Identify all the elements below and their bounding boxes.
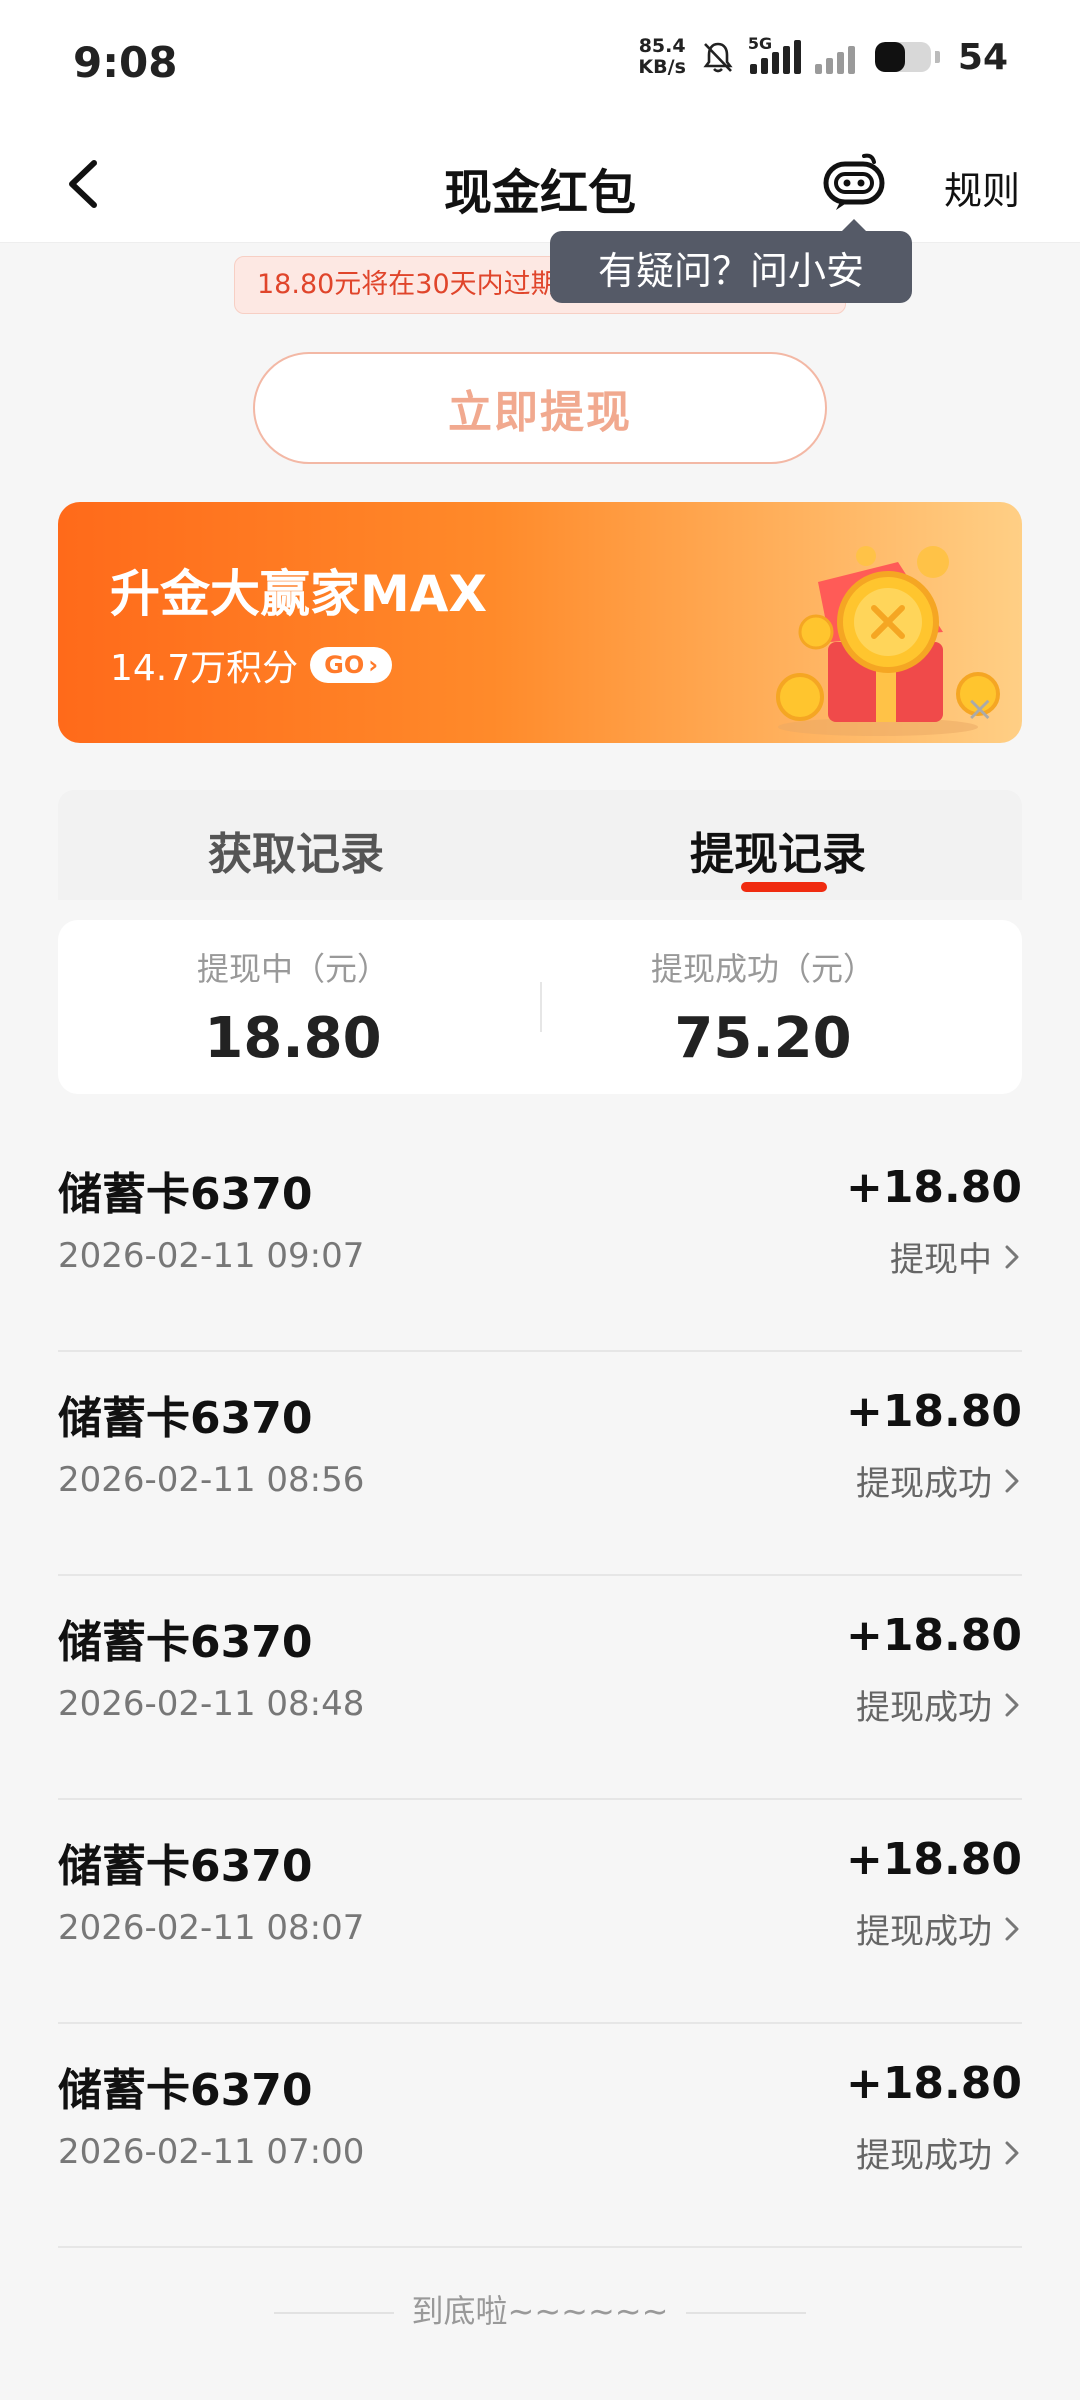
banner-close-button[interactable]: ×	[966, 689, 995, 729]
banner-subtitle-row: 14.7万积分 GO ›	[110, 639, 393, 691]
chevron-right-icon	[1005, 1693, 1019, 1716]
assistant-tooltip[interactable]: 有疑问？问小安	[550, 219, 912, 303]
chevron-right-icon: ›	[368, 651, 379, 679]
record-status-label: 提现成功	[856, 1912, 992, 1952]
record-status: 提现成功	[856, 1904, 1022, 1953]
record-time: 2026-02-11 08:07	[58, 1908, 365, 1948]
banner-title: 升金大赢家MAX	[110, 565, 488, 623]
signal-secondary-icon	[814, 40, 855, 74]
footer-text: 到底啦~~~~~~	[411, 2292, 669, 2330]
record-card-name: 储蓄卡6370	[58, 1393, 313, 1444]
active-tab-indicator	[741, 882, 827, 892]
success-summary: 提现成功（元） 75.20	[528, 944, 998, 1071]
record-row[interactable]: 储蓄卡6370 2026-02-11 08:07 +18.80 提现成功	[58, 1800, 1022, 2024]
signal-5g-icon: 5G	[748, 34, 801, 74]
record-time: 2026-02-11 08:48	[58, 1684, 365, 1724]
record-amount: +18.80	[845, 1386, 1022, 1437]
record-status-label: 提现成功	[856, 1464, 992, 1504]
tab-withdraw-records[interactable]: 提现记录	[690, 818, 866, 882]
pending-value: 18.80	[204, 1006, 382, 1071]
cash-red-packet-page: 9:08 85.4 KB/s 5G 54 现金红包 规则 18.80元将在30天…	[0, 0, 1080, 2400]
header-bar: 现金红包 规则	[0, 125, 1080, 243]
record-amount: +18.80	[845, 1162, 1022, 1213]
pending-label: 提现中（元）	[196, 950, 389, 988]
network-speed-unit: KB/s	[638, 56, 686, 78]
withdraw-summary-card: 提现中（元） 18.80 提现成功（元） 75.20	[58, 920, 1022, 1094]
rules-link[interactable]: 规则	[944, 160, 1020, 215]
record-card-name: 储蓄卡6370	[58, 1169, 313, 1220]
record-status-label: 提现成功	[856, 1688, 992, 1728]
chevron-right-icon	[1005, 1245, 1019, 1268]
record-status: 提现成功	[856, 1680, 1022, 1729]
record-row[interactable]: 储蓄卡6370 2026-02-11 08:48 +18.80 提现成功	[58, 1576, 1022, 1800]
status-time: 9:08	[73, 38, 178, 87]
pending-summary: 提现中（元） 18.80	[58, 944, 528, 1071]
record-amount: +18.80	[845, 2058, 1022, 2109]
success-value: 75.20	[674, 1006, 852, 1071]
record-card-name: 储蓄卡6370	[58, 1841, 313, 1892]
list-end-footer: 到底啦~~~~~~	[0, 2286, 1080, 2332]
battery-icon	[874, 42, 931, 72]
withdraw-record-list: 储蓄卡6370 2026-02-11 09:07 +18.80 提现中 储蓄卡6…	[58, 1128, 1022, 2248]
chevron-right-icon	[1005, 2141, 1019, 2164]
page-title: 现金红包	[443, 165, 636, 221]
go-button[interactable]: GO ›	[310, 647, 393, 683]
withdraw-now-button[interactable]: 立即提现	[253, 352, 827, 464]
record-amount: +18.80	[845, 1610, 1022, 1661]
network-type-label: 5G	[747, 34, 773, 53]
chevron-right-icon	[1005, 1917, 1019, 1940]
battery-percent: 54	[957, 36, 1008, 78]
record-amount: +18.80	[845, 1834, 1022, 1885]
promo-banner[interactable]: 升金大赢家MAX 14.7万积分 GO › ×	[58, 502, 1022, 743]
battery-level	[874, 42, 906, 72]
record-time: 2026-02-11 08:56	[58, 1460, 365, 1500]
tab-earn-records[interactable]: 获取记录	[208, 818, 384, 882]
network-speed-value: 85.4	[638, 35, 686, 57]
record-row[interactable]: 储蓄卡6370 2026-02-11 09:07 +18.80 提现中	[58, 1128, 1022, 1352]
bell-muted-icon	[703, 42, 733, 73]
chevron-right-icon	[1005, 1469, 1019, 1492]
record-row[interactable]: 储蓄卡6370 2026-02-11 08:56 +18.80 提现成功	[58, 1352, 1022, 1576]
record-time: 2026-02-11 07:00	[58, 2132, 365, 2172]
record-row[interactable]: 储蓄卡6370 2026-02-11 07:00 +18.80 提现成功	[58, 2024, 1022, 2248]
footer-divider-right	[686, 2312, 807, 2314]
banner-subtitle: 14.7万积分	[110, 648, 299, 689]
go-label: GO	[324, 651, 365, 679]
success-label: 提现成功（元）	[650, 950, 875, 988]
record-tabs: 获取记录 提现记录	[58, 790, 1022, 900]
network-speed: 85.4 KB/s	[638, 36, 685, 78]
record-status-label: 提现成功	[856, 2136, 992, 2176]
status-icons: 85.4 KB/s 5G 54	[638, 34, 1008, 78]
assistant-robot-icon[interactable]	[820, 150, 888, 214]
battery-tip	[934, 51, 940, 63]
record-card-name: 储蓄卡6370	[58, 1617, 313, 1668]
status-bar: 9:08 85.4 KB/s 5G 54	[0, 0, 1080, 125]
record-status-label: 提现中	[890, 1240, 992, 1280]
record-status: 提现成功	[856, 1456, 1022, 1505]
record-status: 提现成功	[856, 2128, 1022, 2177]
record-status: 提现中	[890, 1232, 1022, 1281]
record-card-name: 储蓄卡6370	[58, 2065, 313, 2116]
footer-divider-left	[273, 2312, 394, 2314]
record-time: 2026-02-11 09:07	[58, 1236, 365, 1276]
